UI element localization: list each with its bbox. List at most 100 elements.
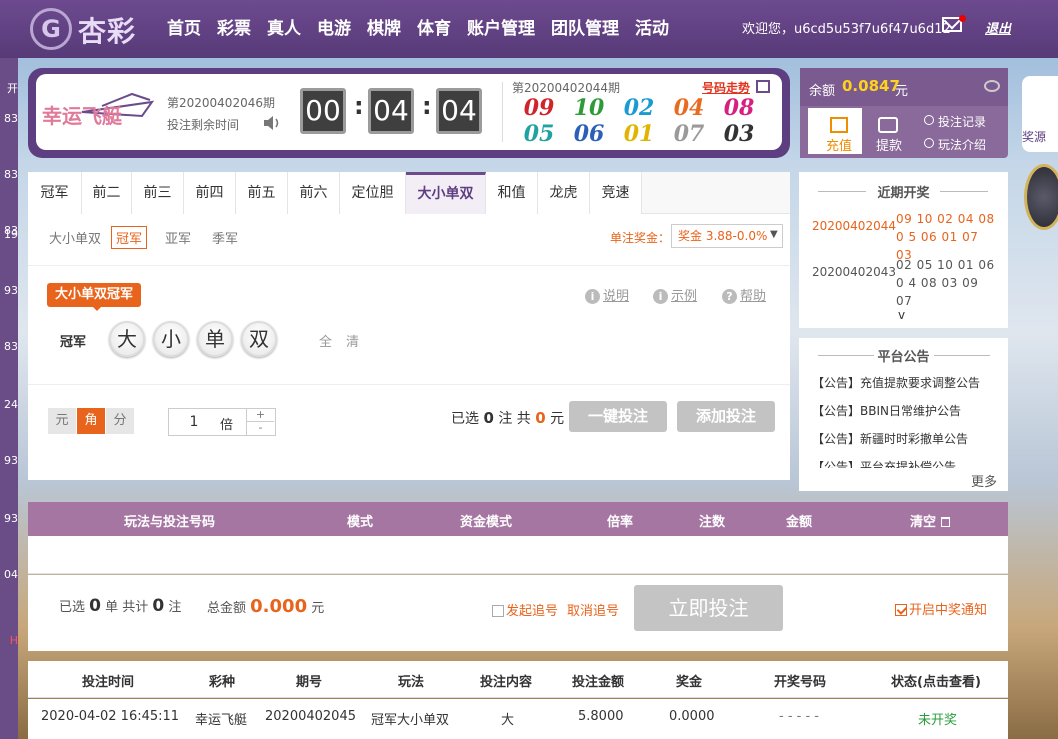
current-period: 第20200402046期 [167,96,275,110]
tab-champion[interactable]: 冠军 [28,172,82,214]
example-link[interactable]: i 示例 [653,285,697,304]
rec-amount: 5.8000 [578,709,624,724]
rec-col-lottery: 彩种 [209,675,236,690]
add-bet-button[interactable]: 添加投注 [677,401,775,432]
draw-ball: 03 [723,121,755,147]
vip-badge-icon[interactable] [1024,164,1058,230]
timer-seconds: 04 [436,88,482,134]
multiplier-decrease-button[interactable]: - [246,422,274,435]
bet-col-play: 玩法与投注号码 [124,515,216,530]
nav-live[interactable]: 真人 [267,14,301,39]
option-even[interactable]: 双 [241,321,277,357]
notice-item[interactable]: 【公告】新疆时时彩撤单公告 [812,430,998,447]
wallet-icon [878,117,898,133]
odds-label: 单注奖金： [610,231,671,245]
subtab-champion[interactable]: 冠军 [111,226,148,249]
tab-top2[interactable]: 前二 [82,172,132,214]
nav-activity[interactable]: 活动 [635,14,669,39]
footer-sel-mid: 单 共计 [105,600,149,615]
unit-fen[interactable]: 分 [106,408,134,434]
rec-period: 20200402045 [265,709,356,724]
draw-ball: 07 [673,121,705,147]
bet-col-mode: 模式 [347,515,374,530]
brand-name: 杏彩 [78,15,137,48]
bet-record-link[interactable]: 投注记录 [924,113,986,130]
rec-col-time: 投注时间 [82,675,135,690]
speaker-icon[interactable] [262,114,282,132]
rec-lottery: 幸运飞艇 [195,713,248,728]
tab-top6[interactable]: 前六 [288,172,340,214]
tab-top5[interactable]: 前五 [236,172,288,214]
question-icon: ? [722,289,737,304]
selection-summary: 已选 0 注 共 0 元 [451,408,564,428]
brand-logo[interactable]: G 杏彩 [30,6,150,50]
subtab-third[interactable]: 季军 [212,228,238,247]
nav-home[interactable]: 首页 [167,14,201,39]
tab-dragon-tiger[interactable]: 龙虎 [538,172,590,214]
logout-link[interactable]: 退出 [985,18,1011,37]
trend-chart-icon[interactable] [756,80,770,93]
rec-content: 大 [501,713,515,728]
notice-item[interactable]: 【公告】BBIN日常维护公告 [812,402,998,419]
tab-top3[interactable]: 前三 [132,172,184,214]
unit-jiao[interactable]: 角 [77,408,105,434]
tag-pointer [92,306,102,311]
rec-col-period: 期号 [296,675,323,690]
clear-button[interactable]: 清 [346,331,359,350]
timer-hours: 00 [300,88,346,134]
option-small[interactable]: 小 [153,321,189,357]
help-link[interactable]: ? 帮助 [722,285,766,304]
rec-status[interactable]: 未开奖 [918,709,957,728]
bet-now-button[interactable]: 立即投注 [634,585,783,631]
draw-ball: 02 [623,95,655,121]
total-value: 0.000 [250,596,308,617]
side-ad-label[interactable]: 奖源 [1022,128,1046,145]
chevron-down-icon[interactable]: ▼ [770,229,778,240]
draw-ball: 06 [573,121,605,147]
info-icon: i [585,289,600,304]
notify-label: 开启中奖通知 [909,603,988,618]
trend-link[interactable]: 号码走势 [702,79,750,96]
select-all-button[interactable]: 全 [319,331,332,350]
option-odd[interactable]: 单 [197,321,233,357]
expand-chevron-icon[interactable]: v [898,308,905,322]
explain-link[interactable]: i 说明 [585,285,629,304]
nav-account[interactable]: 账户管理 [467,14,535,39]
left-history-strip: 开 83 83 83 19 93 83 24 93 93 04 H [0,58,18,739]
tab-top4[interactable]: 前四 [184,172,236,214]
tab-race[interactable]: 竞速 [590,172,642,214]
subtab-runner-up[interactable]: 亚军 [165,228,191,247]
rules-link[interactable]: 玩法介绍 [924,136,986,153]
unit-yuan[interactable]: 元 [48,408,76,434]
nav-sports[interactable]: 体育 [417,14,451,39]
nav-lottery[interactable]: 彩票 [217,14,251,39]
recharge-label[interactable]: 充值 [826,135,852,154]
multiplier-value[interactable]: 1 [168,408,220,436]
tab-big-small-odd-even[interactable]: 大小单双 [406,172,486,214]
nav-chess[interactable]: 棋牌 [367,14,401,39]
rec-col-play: 玩法 [398,675,425,690]
withdraw-button[interactable]: 提款 [876,135,902,154]
notice-item[interactable]: 【公告】充值提款要求调整公告 [812,374,998,391]
hide-balance-icon[interactable] [984,80,1000,92]
option-big[interactable]: 大 [109,321,145,357]
footer-sel-post: 注 [168,600,182,615]
one-click-bet-button[interactable]: 一键投注 [569,401,667,432]
notice-item[interactable]: 【公告】平台充提补偿公告 [812,458,998,468]
tab-sum[interactable]: 和值 [486,172,538,214]
recent-period: 20200402043 [812,265,896,279]
win-notify-checkbox[interactable]: 开启中奖通知 [895,599,987,618]
chase-label: 发起追号 [506,604,559,619]
chase-checkbox[interactable]: 发起追号 [492,600,558,619]
recent-numbers: 02 05 10 01 06 0 4 08 03 09 07 [896,258,995,308]
nav-slots[interactable]: 电游 [317,14,351,39]
clear-all-button[interactable]: 清空 [910,511,950,530]
strip-value: 04 [4,568,18,581]
checkbox-icon [492,605,504,617]
odds-select[interactable]: 奖金 3.88-0.0% [671,224,783,248]
tab-position[interactable]: 定位胆 [340,172,406,214]
cancel-chase-link[interactable]: 取消追号 [567,600,619,619]
notice-more-link[interactable]: 更多 [971,471,997,490]
bet-col-amount: 金额 [786,515,813,530]
nav-team[interactable]: 团队管理 [551,14,619,39]
